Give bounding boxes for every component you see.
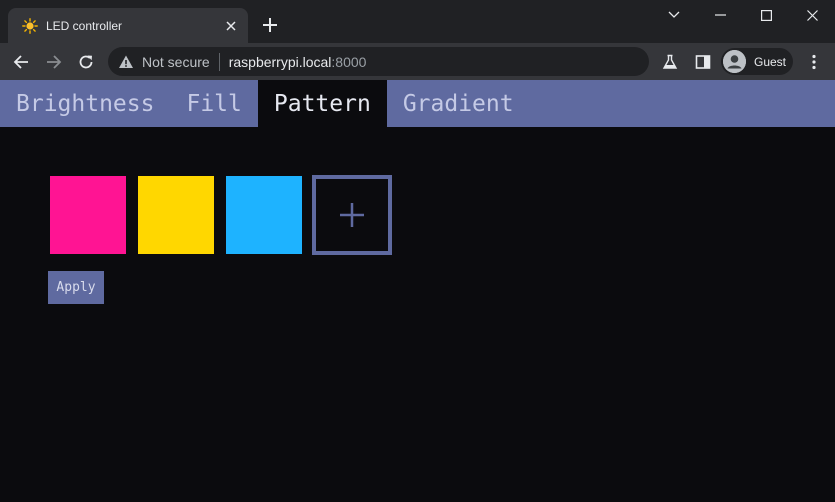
color-swatch-blue[interactable] — [226, 176, 302, 254]
close-tab-icon[interactable] — [222, 17, 240, 35]
tab-pattern[interactable]: Pattern — [257, 80, 387, 127]
warning-icon — [119, 55, 133, 68]
labs-button[interactable] — [657, 49, 683, 75]
mode-navbar: Brightness Fill Pattern Gradient — [0, 80, 835, 127]
maximize-icon — [760, 9, 772, 21]
add-color-button[interactable] — [312, 175, 392, 255]
more-vert-icon — [812, 54, 816, 70]
browser-tab[interactable]: LED controller — [8, 8, 248, 43]
minimize-icon — [714, 14, 726, 16]
tab-brightness[interactable]: Brightness — [0, 80, 170, 127]
plus-icon — [340, 203, 364, 227]
tab-search-button[interactable] — [651, 0, 697, 30]
reload-icon — [79, 55, 93, 69]
browser-window: LED controller Not secure raspberrypi.lo… — [0, 0, 835, 502]
close-icon — [806, 9, 818, 21]
side-panel-icon — [695, 55, 711, 69]
tab-title: LED controller — [46, 18, 123, 33]
forward-button[interactable] — [41, 49, 67, 75]
url-host: raspberrypi.local — [228, 53, 332, 70]
avatar — [723, 50, 746, 73]
tab-fill[interactable]: Fill — [170, 80, 257, 127]
security-indicator[interactable]: Not secure — [142, 54, 210, 70]
color-swatch-pink[interactable] — [50, 176, 126, 254]
new-tab-button[interactable] — [259, 14, 281, 36]
plus-icon — [263, 18, 277, 32]
browser-toolbar: Not secure raspberrypi.local :8000 Guest — [0, 43, 835, 80]
arrow-left-icon — [13, 55, 28, 69]
profile-label: Guest — [754, 54, 787, 69]
menu-button[interactable] — [801, 49, 827, 75]
omnibox-divider — [218, 52, 220, 71]
person-icon — [723, 50, 746, 73]
reload-button[interactable] — [73, 49, 99, 75]
close-window-button[interactable] — [789, 0, 835, 30]
arrow-right-icon — [47, 55, 62, 69]
side-panel-button[interactable] — [690, 49, 716, 75]
page-content: Brightness Fill Pattern Gradient Apply — [0, 80, 835, 502]
flask-icon — [662, 54, 678, 69]
tab-gradient[interactable]: Gradient — [387, 80, 530, 127]
minimize-button[interactable] — [697, 0, 743, 30]
chevron-down-icon — [668, 11, 680, 18]
profile-button[interactable]: Guest — [721, 48, 793, 75]
apply-button[interactable]: Apply — [48, 271, 104, 304]
sun-icon — [22, 17, 38, 34]
url-port: :8000 — [331, 53, 367, 70]
color-swatch-yellow[interactable] — [138, 176, 214, 254]
address-bar[interactable]: Not secure raspberrypi.local :8000 — [108, 47, 649, 76]
tab-strip: LED controller — [0, 0, 835, 43]
maximize-button[interactable] — [743, 0, 789, 30]
back-button[interactable] — [8, 49, 34, 75]
